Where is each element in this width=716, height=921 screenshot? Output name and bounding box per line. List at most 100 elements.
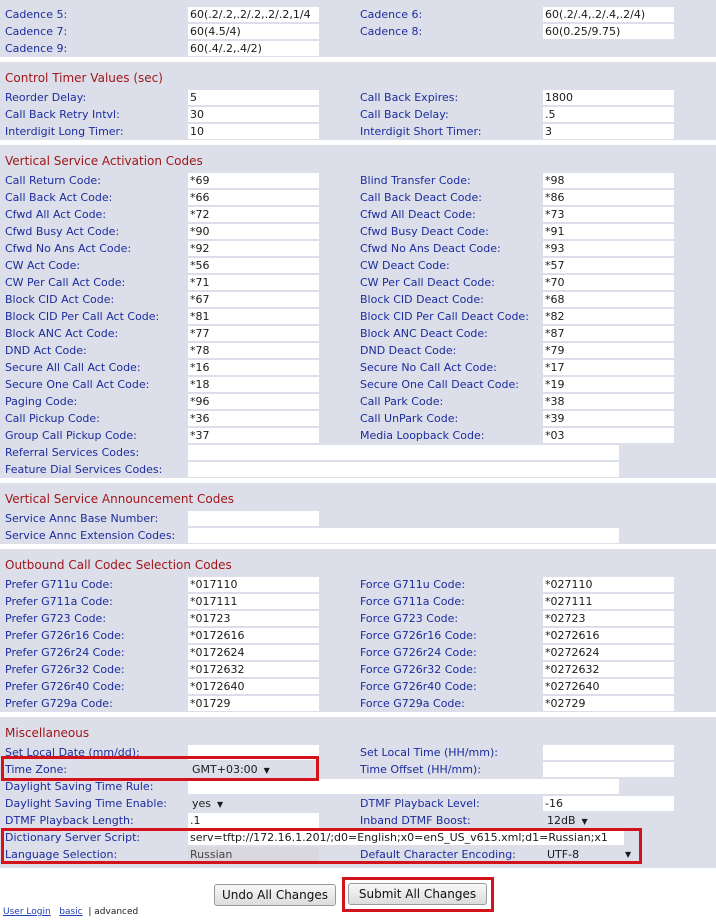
text-input[interactable]: *69 (188, 173, 319, 188)
undo-all-changes-button[interactable]: Undo All Changes (214, 884, 336, 906)
field-label: Cfwd No Ans Deact Code: (360, 242, 501, 255)
text-input[interactable]: *72 (188, 207, 319, 222)
text-input[interactable]: *027111 (543, 594, 674, 609)
text-input[interactable]: *71 (188, 275, 319, 290)
text-input[interactable]: 60(.4/.2,.4/2) (188, 41, 319, 56)
text-input[interactable]: *02729 (543, 696, 674, 711)
text-input[interactable]: *19 (543, 377, 674, 392)
field-label: Prefer G711a Code: (5, 595, 113, 608)
text-input[interactable]: *57 (543, 258, 674, 273)
text-input[interactable]: *90 (188, 224, 319, 239)
dst-enable-select[interactable]: yes ▼ (192, 796, 223, 811)
text-input[interactable]: *87 (543, 326, 674, 341)
text-input[interactable]: *01723 (188, 611, 319, 626)
user-login-link[interactable]: User Login (3, 907, 51, 917)
field-label: Media Loopback Code: (360, 429, 485, 442)
text-input[interactable]: *0272616 (543, 628, 674, 643)
time-offset-input[interactable] (543, 762, 674, 777)
text-input[interactable]: 30 (188, 107, 319, 122)
activation-code-row: CW Act Code: *56 CW Deact Code: *57 (0, 257, 716, 274)
text-input[interactable]: *0272624 (543, 645, 674, 660)
text-input[interactable]: *37 (188, 428, 319, 443)
text-input[interactable]: *01729 (188, 696, 319, 711)
text-input[interactable]: *86 (543, 190, 674, 205)
text-input[interactable]: *56 (188, 258, 319, 273)
text-input[interactable]: *0172616 (188, 628, 319, 643)
text-input[interactable]: *17 (543, 360, 674, 375)
codec-row: Prefer G726r32 Code: *0172632 Force G726r3… (0, 661, 716, 678)
text-input[interactable]: *82 (543, 309, 674, 324)
field-label: Interdigit Long Timer: (5, 125, 124, 138)
field-label: Force G711a Code: (360, 595, 465, 608)
text-input[interactable]: 60(.2/.4,.2/.4,.2/4) (543, 7, 674, 22)
text-input[interactable]: *38 (543, 394, 674, 409)
text-input[interactable] (188, 445, 619, 460)
field-label: Cfwd All Deact Code: (360, 208, 476, 221)
text-input[interactable]: *0172640 (188, 679, 319, 694)
text-input[interactable]: *78 (188, 343, 319, 358)
text-input[interactable]: *017111 (188, 594, 319, 609)
text-input[interactable]: 3 (543, 124, 674, 139)
footer-links: User Login basic | advanced (3, 907, 138, 917)
field-label: CW Deact Code: (360, 259, 450, 272)
activation-code-row: Group Call Pickup Code: *37 Media Loopback… (0, 427, 716, 444)
text-input[interactable]: 1800 (543, 90, 674, 105)
text-input[interactable]: *66 (188, 190, 319, 205)
text-input[interactable]: 60(4.5/4) (188, 24, 319, 39)
codec-row: Prefer G726r40 Code: *0172640 Force G726r4… (0, 678, 716, 695)
text-input[interactable]: *70 (543, 275, 674, 290)
text-input[interactable]: *73 (543, 207, 674, 222)
dst-rule-input[interactable] (188, 779, 619, 794)
basic-link[interactable]: basic (59, 907, 82, 917)
text-input[interactable]: *81 (188, 309, 319, 324)
text-input[interactable]: *92 (188, 241, 319, 256)
text-input[interactable]: *96 (188, 394, 319, 409)
text-input[interactable]: *0272640 (543, 679, 674, 694)
text-input[interactable] (188, 462, 619, 477)
inband-boost-select[interactable]: 12dB ▼ (547, 813, 588, 828)
text-input[interactable] (188, 528, 619, 543)
text-input[interactable]: 10 (188, 124, 319, 139)
submit-all-changes-button[interactable]: Submit All Changes (348, 883, 487, 905)
text-input[interactable]: *027110 (543, 577, 674, 592)
text-input[interactable]: *017110 (188, 577, 319, 592)
announcement-row: Service Annc Base Number: (0, 510, 716, 527)
text-input[interactable]: *18 (188, 377, 319, 392)
text-input[interactable]: *16 (188, 360, 319, 375)
text-input[interactable]: *67 (188, 292, 319, 307)
activation-code-row: Call Return Code: *69 Blind Transfer Code:… (0, 172, 716, 189)
text-input[interactable]: *98 (543, 173, 674, 188)
text-input[interactable]: *0172632 (188, 662, 319, 677)
field-label: Prefer G726r24 Code: (5, 646, 125, 659)
text-input[interactable]: 60(0.25/9.75) (543, 24, 674, 39)
local-time-input[interactable] (543, 745, 674, 760)
text-input[interactable]: 60(.2/.2,.2/.2,.2/.2,1/4 (188, 7, 319, 22)
text-input[interactable]: *36 (188, 411, 319, 426)
text-input[interactable] (188, 511, 319, 526)
text-input[interactable]: *0272632 (543, 662, 674, 677)
text-input[interactable]: 5 (188, 90, 319, 105)
text-input[interactable]: *79 (543, 343, 674, 358)
field-label: Force G726r40 Code: (360, 680, 477, 693)
field-label: Inband DTMF Boost: (360, 814, 471, 827)
field-label: Call Pickup Code: (5, 412, 100, 425)
field-label: Prefer G726r32 Code: (5, 663, 125, 676)
field-label: DTMF Playback Length: (5, 814, 134, 827)
text-input[interactable]: *68 (543, 292, 674, 307)
activation-code-row: Block ANC Act Code: *77 Block ANC Deact Co… (0, 325, 716, 342)
text-input[interactable]: *91 (543, 224, 674, 239)
text-input[interactable]: *0172624 (188, 645, 319, 660)
dtmf-level-input[interactable]: -16 (543, 796, 674, 811)
text-input[interactable]: .5 (543, 107, 674, 122)
dtmf-length-input[interactable]: .1 (188, 813, 319, 828)
text-input[interactable]: *93 (543, 241, 674, 256)
inband-boost-select-value: 12dB (547, 814, 576, 827)
timer-row: Reorder Delay: 5 Call Back Expires: 1800 (0, 89, 716, 106)
text-input[interactable]: *02723 (543, 611, 674, 626)
field-label: Prefer G729a Code: (5, 697, 113, 710)
text-input[interactable]: *39 (543, 411, 674, 426)
text-input[interactable]: *03 (543, 428, 674, 443)
field-label: Time Offset (HH/mm): (360, 763, 481, 776)
text-input[interactable]: *77 (188, 326, 319, 341)
field-label: Call Back Deact Code: (360, 191, 482, 204)
